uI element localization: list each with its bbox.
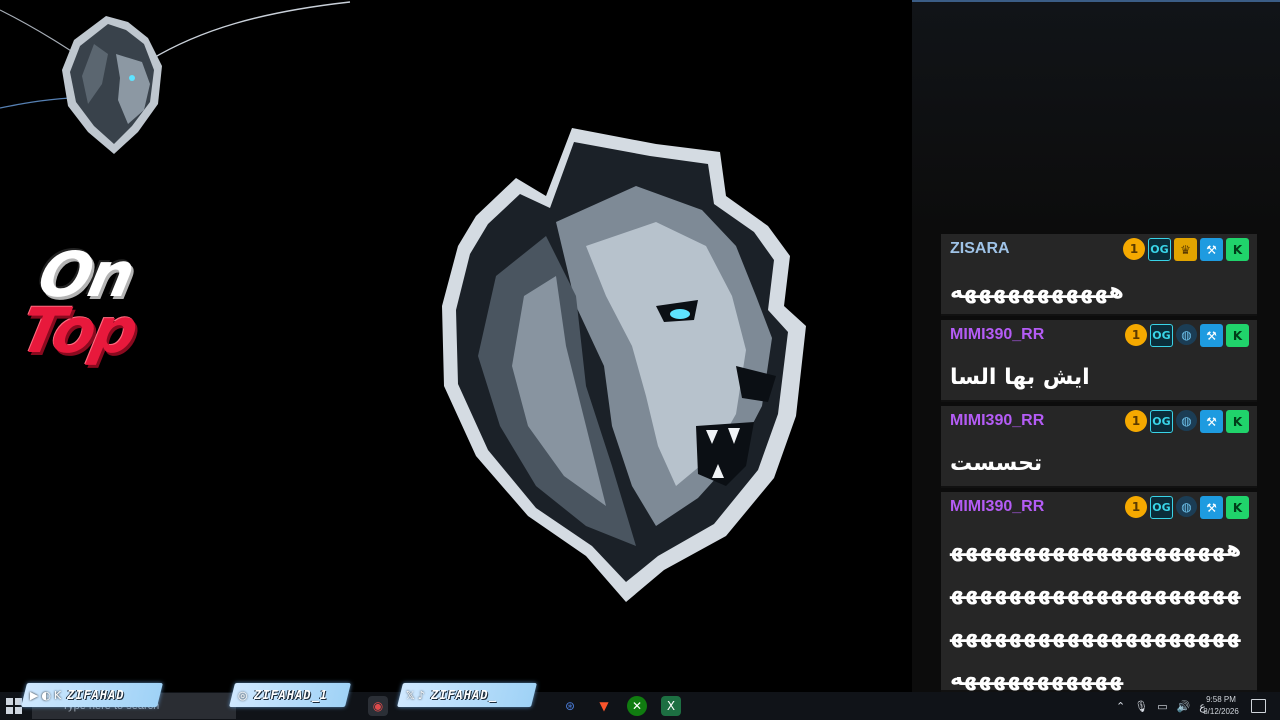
og-badge-icon: OG [1148, 238, 1171, 261]
chat-badges: 1 OG ◍ ⚒ K [1125, 496, 1249, 519]
chat-badges: 1 OG ◍ ⚒ K [1125, 410, 1249, 433]
chat-message: MIMI390_RR 1 OG ◍ ⚒ K ايش بها السا [941, 320, 1257, 402]
taskbar-clock[interactable]: 9:58 PM 8/12/2026 [1196, 694, 1246, 718]
kick-icon: K [54, 688, 62, 702]
kick-badge-icon: K [1226, 410, 1249, 433]
on-top-logo: On Top [14, 238, 178, 370]
xbox-icon[interactable]: ✕ [627, 696, 647, 716]
lion-logo-small [62, 16, 162, 154]
moderator-badge-icon: ⚒ [1200, 324, 1223, 347]
chat-username: MIMI390_RR [950, 498, 1045, 515]
chat-message: MIMI390_RR 1 OG ◍ ⚒ K هههههههههههههههههه… [941, 492, 1257, 692]
moderator-badge-icon: ⚒ [1200, 496, 1223, 519]
chat-message-text: هههههههههههههههههههههههههههههههههههههههه… [950, 537, 1242, 691]
lion-logo-large [442, 128, 806, 602]
chat-message: ZISARA 1 OG ♛ ⚒ K هههههههههههه [941, 234, 1257, 316]
desktop-wallpaper: On Top [0, 0, 912, 692]
notifications-icon[interactable] [1251, 699, 1266, 713]
chat-badges: 1 OG ♛ ⚒ K [1123, 238, 1249, 261]
moderator-badge-icon: ⚒ [1200, 410, 1223, 433]
globe-badge-icon: ◍ [1176, 410, 1197, 431]
taskbar: Type here to search ◉ ⊛ ▼ ✕ X ⌃ 🎙 ▭ 🔊 ع … [0, 692, 1280, 720]
sub-1-badge-icon: 1 [1123, 238, 1145, 260]
chat-overlay: ZISARA 1 OG ♛ ⚒ K هههههههههههه MIMI390_R… [912, 0, 1280, 694]
moderator-badge-icon: ⚒ [1200, 238, 1223, 261]
sub-1-badge-icon: 1 [1125, 496, 1147, 518]
chat-message: MIMI390_RR 1 OG ◍ ⚒ K تحسست [941, 406, 1257, 488]
microphone-icon[interactable]: 🎙 [1134, 700, 1148, 713]
logo-top-text: Top [14, 294, 143, 367]
social-handle: ZIFAHAD_1 [253, 688, 328, 702]
brave-browser-icon[interactable]: ▼ [594, 696, 614, 716]
volume-icon[interactable]: 🔊 [1177, 700, 1191, 713]
clock-time: 9:58 PM [1206, 695, 1236, 704]
social-banner-x-tiktok: 𝕏 ♪ ZIFAHAD_ [397, 683, 537, 707]
chat-username: ZISARA [950, 240, 1010, 257]
og-badge-icon: OG [1150, 324, 1173, 347]
globe-badge-icon: ◍ [1176, 324, 1197, 345]
social-handle: ZIFAHAD [67, 688, 125, 702]
social-banner-instagram: ◎ ZIFAHAD_1 [229, 683, 351, 707]
system-tray: ⌃ 🎙 ▭ 🔊 ع [1116, 692, 1206, 720]
chat-username: MIMI390_RR [950, 326, 1045, 343]
sub-1-badge-icon: 1 [1125, 324, 1147, 346]
windows-start-icon[interactable] [6, 698, 22, 714]
kick-badge-icon: K [1226, 496, 1249, 519]
kick-badge-icon: K [1226, 238, 1249, 261]
chat-message-text: تحسست [950, 451, 1043, 476]
og-badge-icon: OG [1150, 496, 1173, 519]
network-icon[interactable]: ▭ [1157, 700, 1167, 713]
social-banner-youtube-discord-kick: ▶ ◐ K ZIFAHAD [21, 683, 163, 707]
discord-icon: ◐ [41, 688, 52, 702]
chat-message-text: ايش بها السا [950, 365, 1090, 390]
youtube-icon: ▶ [30, 688, 39, 702]
chat-badges: 1 OG ◍ ⚒ K [1125, 324, 1249, 347]
sub-1-badge-icon: 1 [1125, 410, 1147, 432]
x-icon: 𝕏 [406, 688, 415, 702]
og-badge-icon: OG [1150, 410, 1173, 433]
globe-badge-icon: ◍ [1176, 496, 1197, 517]
tiktok-icon: ♪ [417, 688, 425, 702]
steam-icon[interactable]: ⊛ [560, 696, 580, 716]
chevron-up-icon[interactable]: ⌃ [1116, 700, 1125, 713]
clock-date: 8/12/2026 [1203, 707, 1239, 716]
instagram-icon: ◎ [238, 688, 248, 702]
kick-badge-icon: K [1226, 324, 1249, 347]
chat-username: MIMI390_RR [950, 412, 1045, 429]
excel-icon[interactable]: X [661, 696, 681, 716]
social-handle: ZIFAHAD_ [430, 688, 497, 702]
chat-message-text: هههههههههههه [950, 279, 1124, 304]
obs-icon[interactable]: ◉ [368, 696, 388, 716]
crown-badge-icon: ♛ [1174, 238, 1197, 261]
